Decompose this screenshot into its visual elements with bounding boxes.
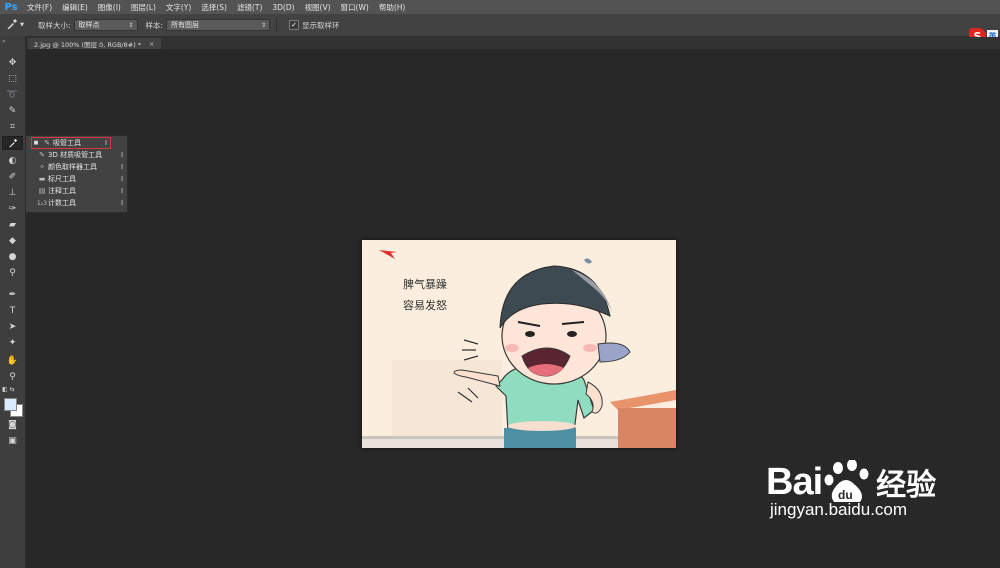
menu-file[interactable]: 文件(F) [22,2,57,13]
menu-layer[interactable]: 图层(L) [126,2,161,13]
eyedropper-icon [6,18,18,33]
eyedropper-flyout-menu: ■ ✎ 吸管工具 I ✎ 3D 材质吸管工具 I ✧ 颜色取样器工具 I ▬ 标… [25,135,128,213]
healing-brush-tool-icon[interactable]: ◐ [2,154,23,168]
close-icon[interactable]: × [149,40,154,48]
flyout-item-color-sampler[interactable]: ✧ 颜色取样器工具 I [26,161,127,173]
note-icon: ▤ [38,187,46,195]
show-ring-checkbox[interactable]: ✓ [289,20,300,30]
canvas-text-line2: 容易发怒 [403,299,447,312]
sample-select[interactable]: 所有图层 ⇕ [166,19,271,31]
flyout-item-label: 计数工具 [48,199,76,207]
history-brush-tool-icon[interactable]: ✑ [2,202,23,216]
brush-tool-icon[interactable]: ✐ [2,170,23,184]
show-ring-label: 显示取样环 [302,20,340,30]
quick-mask-icon[interactable]: ◙ [2,418,23,432]
tool-preset-picker[interactable]: ▼ [0,18,30,33]
flyout-item-shortcut: I [120,175,124,183]
options-bar: ▼ 取样大小: 取样点 ⇕ 样本: 所有图层 ⇕ ✓ 显示取样环 [0,14,1000,37]
flyout-item-label: 颜色取样器工具 [48,163,97,171]
foreground-color-swatch[interactable] [4,398,17,411]
document-tab-bar: 2.jpg @ 100% (图层 0, RGB/8#) * × [26,37,1000,49]
eraser-tool-icon[interactable]: ▰ [2,218,23,232]
color-sampler-icon: ✧ [39,163,45,171]
baidu-jingyan-watermark: Bai du 经验 jingyan.baidu.com [766,459,937,520]
menu-3d[interactable]: 3D(D) [267,3,299,12]
svg-text:du: du [838,488,853,502]
flyout-item-shortcut: I [120,163,124,171]
canvas-text-line1: 脾气暴躁 [403,278,447,291]
sample-size-value: 取样点 [78,21,100,29]
screen-mode-icon[interactable]: ▣ [2,434,23,448]
flyout-item-ruler[interactable]: ▬ 标尺工具 I [26,173,127,185]
marquee-tool-icon[interactable]: ⬚ [2,72,23,86]
photoshop-logo: Ps [4,1,18,13]
quick-select-tool-icon[interactable]: ✎ [2,104,23,118]
flyout-item-eyedropper[interactable]: ■ ✎ 吸管工具 I [31,137,111,149]
menu-filter[interactable]: 滤镜(T) [232,2,267,13]
hand-tool-icon[interactable]: ✋ [2,354,23,368]
flyout-item-label: 标尺工具 [48,175,76,183]
path-select-tool-icon[interactable]: ➤ [2,320,23,334]
eyedropper-tool-icon[interactable] [2,136,23,150]
flyout-item-shortcut: I [120,187,124,195]
panel-collapse-icon[interactable]: » [0,36,25,46]
pen-tool-icon[interactable]: ✒ [2,288,23,302]
type-tool-icon[interactable]: T [2,304,23,318]
flyout-item-count[interactable]: 1₂3 计数工具 I [26,197,127,209]
3d-material-eyedropper-icon: ✎ [39,151,45,159]
cartoon-illustration [362,240,676,448]
flyout-item-3d-material-eyedropper[interactable]: ✎ 3D 材质吸管工具 I [26,149,127,161]
crop-tool-icon[interactable]: ⌗ [2,120,23,134]
flyout-item-label: 吸管工具 [53,139,81,147]
default-colors-icon[interactable]: ◧ ⇆ [2,382,23,396]
dodge-tool-icon[interactable]: ⚲ [2,266,23,280]
sample-size-label: 取样大小: [38,20,71,30]
menu-edit[interactable]: 编辑(E) [57,2,93,13]
clone-stamp-tool-icon[interactable]: ⊥ [2,186,23,200]
document-tab[interactable]: 2.jpg @ 100% (图层 0, RGB/8#) * × [28,38,161,49]
paint-bucket-tool-icon[interactable]: ◆ [2,234,23,248]
ruler-icon: ▬ [38,175,46,183]
selected-dot-icon: ■ [33,140,39,146]
lasso-tool-icon[interactable]: ➰ [2,88,23,102]
menu-window[interactable]: 窗口(W) [336,2,374,13]
sample-label: 样本: [145,20,164,30]
move-tool-icon[interactable]: ✥ [2,56,23,70]
baidu-logo: Bai du 经验 [766,459,937,504]
sample-value: 所有图层 [171,21,200,29]
count-icon: 1₂3 [36,199,48,207]
options-divider [276,18,278,32]
baidu-paw-icon: du [824,459,874,504]
flyout-item-shortcut: I [104,139,108,147]
menu-help[interactable]: 帮助(H) [374,2,411,13]
watermark-brand-text: Bai [766,460,823,503]
menu-bar: Ps 文件(F) 编辑(E) 图像(I) 图层(L) 文字(Y) 选择(S) 滤… [0,0,1000,14]
document-tab-title: 2.jpg @ 100% (图层 0, RGB/8#) * [34,40,142,49]
flyout-item-shortcut: I [120,151,124,159]
eyedropper-icon: ✎ [44,139,50,147]
select-arrows-icon: ⇕ [128,21,134,29]
watermark-brand-suffix: 经验 [876,468,937,503]
document-canvas[interactable]: 脾气暴躁 容易发怒 [362,240,676,448]
menu-image[interactable]: 图像(I) [93,2,126,13]
chevron-down-icon: ▼ [20,22,24,28]
shape-tool-icon[interactable]: ✦ [2,336,23,350]
flyout-item-label: 3D 材质吸管工具 [48,151,103,159]
menu-view[interactable]: 视图(V) [300,2,336,13]
flyout-item-shortcut: I [120,199,124,207]
blur-tool-icon[interactable]: ● [2,250,23,264]
menu-select[interactable]: 选择(S) [196,2,232,13]
tools-panel: » ✥ ⬚ ➰ ✎ ⌗ ◐ ✐ ⊥ ✑ ▰ ◆ ● ⚲ ✒ T ➤ ✦ ✋ ⚲ … [0,36,26,568]
flyout-item-note[interactable]: ▤ 注释工具 I [26,185,127,197]
menu-type[interactable]: 文字(Y) [161,2,196,13]
flyout-item-label: 注释工具 [48,187,76,195]
select-arrows-icon: ⇕ [261,21,267,29]
sample-size-select[interactable]: 取样点 ⇕ [73,19,138,31]
